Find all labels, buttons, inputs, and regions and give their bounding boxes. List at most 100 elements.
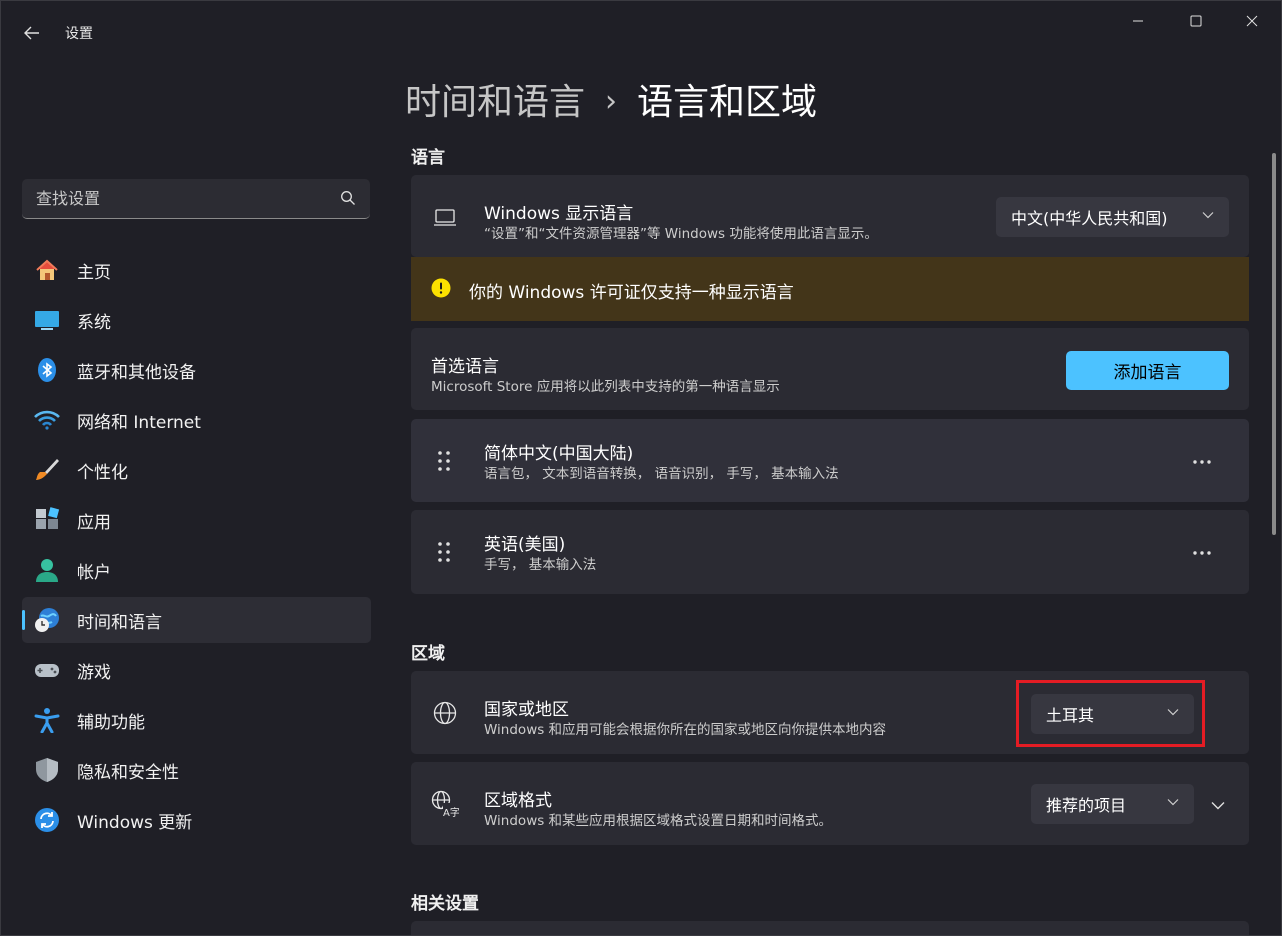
warning-icon <box>431 278 451 298</box>
sidebar-item-label: 应用 <box>77 512 111 533</box>
page-title: 语言和区域 <box>637 82 818 123</box>
regional-format-description: Windows 和某些应用根据区域格式设置日期和时间格式。 <box>484 813 833 829</box>
sidebar-item-label: 隐私和安全性 <box>77 762 179 783</box>
close-icon <box>1246 15 1258 27</box>
back-arrow-icon <box>24 26 39 40</box>
shield-icon <box>34 757 60 783</box>
globe-icon <box>433 701 457 725</box>
maximize-button[interactable] <box>1173 5 1219 37</box>
more-icon <box>1193 460 1211 464</box>
country-region-description: Windows 和应用可能会根据你所在的国家或地区向你提供本地内容 <box>484 722 887 738</box>
accessibility-icon <box>34 707 60 733</box>
maximize-icon <box>1190 15 1202 27</box>
sidebar-item-label: 辅助功能 <box>77 712 145 733</box>
sidebar-item-bluetooth[interactable]: 蓝牙和其他设备 <box>22 347 371 393</box>
regional-format-title: 区域格式 <box>484 791 552 811</box>
sidebar-item-accounts[interactable]: 帐户 <box>22 547 371 593</box>
bluetooth-icon <box>34 357 60 383</box>
preferred-languages-title: 首选语言 <box>431 357 499 377</box>
search-icon[interactable] <box>340 190 356 206</box>
warning-text: 你的 Windows 许可证仅支持一种显示语言 <box>469 283 794 303</box>
language-features: 语言包， 文本到语音转换， 语音识别， 手写， 基本输入法 <box>484 466 839 482</box>
settings-window: 设置 主页 <box>0 0 1282 936</box>
sidebar-item-label: Windows 更新 <box>77 812 193 833</box>
preferred-languages-card: 首选语言 Microsoft Store 应用将以此列表中支持的第一种语言显示 … <box>411 328 1249 410</box>
display-language-card: Windows 显示语言 “设置”和“文件资源管理器”等 Windows 功能将… <box>411 175 1249 257</box>
account-icon <box>34 557 60 583</box>
country-region-dropdown[interactable]: 土耳其 <box>1031 694 1194 734</box>
license-warning-banner: 你的 Windows 许可证仅支持一种显示语言 <box>411 257 1249 321</box>
drag-handle-icon[interactable] <box>437 450 451 472</box>
breadcrumb-separator: › <box>605 84 618 119</box>
minimize-button[interactable] <box>1115 5 1161 37</box>
sidebar-item-label: 时间和语言 <box>77 612 162 633</box>
language-item-english[interactable]: 英语(美国) 手写， 基本输入法 <box>411 510 1249 594</box>
sidebar-item-label: 帐户 <box>77 562 111 583</box>
chevron-down-icon <box>1167 799 1179 806</box>
display-language-dropdown[interactable]: 中文(中华人民共和国) <box>996 197 1229 237</box>
language-item-chinese[interactable]: 简体中文(中国大陆) 语言包， 文本到语音转换， 语音识别， 手写， 基本输入法 <box>411 419 1249 502</box>
display-language-description: “设置”和“文件资源管理器”等 Windows 功能将使用此语言显示。 <box>484 226 878 242</box>
breadcrumb: 时间和语言 › 语言和区域 <box>405 73 817 125</box>
sidebar-item-gaming[interactable]: 游戏 <box>22 647 371 693</box>
drag-handle-icon[interactable] <box>437 541 451 563</box>
preferred-languages-description: Microsoft Store 应用将以此列表中支持的第一种语言显示 <box>431 379 780 395</box>
country-region-card: 国家或地区 Windows 和应用可能会根据你所在的国家或地区向你提供本地内容 … <box>411 671 1249 754</box>
sidebar-item-home[interactable]: 主页 <box>22 247 371 293</box>
sidebar-item-windows-update[interactable]: Windows 更新 <box>22 797 371 843</box>
search-input[interactable] <box>22 179 322 217</box>
chevron-down-icon <box>1211 801 1225 809</box>
related-settings-card[interactable] <box>411 921 1249 935</box>
regional-format-dropdown[interactable]: 推荐的项目 <box>1031 784 1194 824</box>
regional-format-value: 推荐的项目 <box>1046 796 1127 815</box>
brush-icon <box>34 457 60 483</box>
sidebar-item-network[interactable]: 网络和 Internet <box>22 397 371 443</box>
sidebar-item-personalization[interactable]: 个性化 <box>22 447 371 493</box>
sidebar-item-apps[interactable]: 应用 <box>22 497 371 543</box>
gamepad-icon <box>34 657 60 683</box>
time-language-icon <box>34 607 60 633</box>
expand-regional-format-button[interactable] <box>1203 790 1233 820</box>
sidebar-item-accessibility[interactable]: 辅助功能 <box>22 697 371 743</box>
section-title-related: 相关设置 <box>411 894 479 914</box>
update-icon <box>34 807 60 833</box>
section-title-language: 语言 <box>411 148 445 168</box>
laptop-icon <box>434 209 456 226</box>
sidebar-item-label: 蓝牙和其他设备 <box>77 362 196 383</box>
add-language-button[interactable]: 添加语言 <box>1066 351 1229 390</box>
sidebar-item-label: 主页 <box>77 262 111 283</box>
sidebar-item-label: 个性化 <box>77 462 128 483</box>
more-icon <box>1193 551 1211 555</box>
close-button[interactable] <box>1229 5 1275 37</box>
country-region-value: 土耳其 <box>1046 706 1095 725</box>
minimize-icon <box>1133 20 1143 22</box>
sidebar-item-label: 系统 <box>77 312 111 333</box>
language-name: 英语(美国) <box>484 535 566 555</box>
display-language-title: Windows 显示语言 <box>484 204 634 224</box>
home-icon <box>34 257 60 283</box>
search-box <box>22 179 370 219</box>
language-features: 手写， 基本输入法 <box>484 557 597 573</box>
system-icon <box>34 307 60 333</box>
more-options-button[interactable] <box>1177 444 1227 480</box>
sidebar-item-privacy[interactable]: 隐私和安全性 <box>22 747 371 793</box>
regional-format-card: A字 区域格式 Windows 和某些应用根据区域格式设置日期和时间格式。 推荐… <box>411 762 1249 845</box>
app-title: 设置 <box>65 26 93 42</box>
chevron-down-icon <box>1202 212 1214 219</box>
more-options-button[interactable] <box>1177 535 1227 571</box>
svg-text:A字: A字 <box>443 806 459 818</box>
display-language-value: 中文(中华人民共和国) <box>1011 209 1168 228</box>
language-format-icon: A字 <box>431 790 459 818</box>
section-title-region: 区域 <box>411 644 445 664</box>
wifi-icon <box>34 407 60 433</box>
sidebar-item-label: 游戏 <box>77 662 111 683</box>
sidebar-item-time-language[interactable]: 时间和语言 <box>22 597 371 643</box>
sidebar-item-label: 网络和 Internet <box>77 412 201 433</box>
scrollbar-thumb[interactable] <box>1272 153 1276 535</box>
breadcrumb-parent[interactable]: 时间和语言 <box>405 82 585 123</box>
chevron-down-icon <box>1167 709 1179 716</box>
sidebar-item-system[interactable]: 系统 <box>22 297 371 343</box>
back-button[interactable] <box>15 19 49 47</box>
title-bar: 设置 <box>1 1 1281 63</box>
apps-icon <box>34 507 60 533</box>
